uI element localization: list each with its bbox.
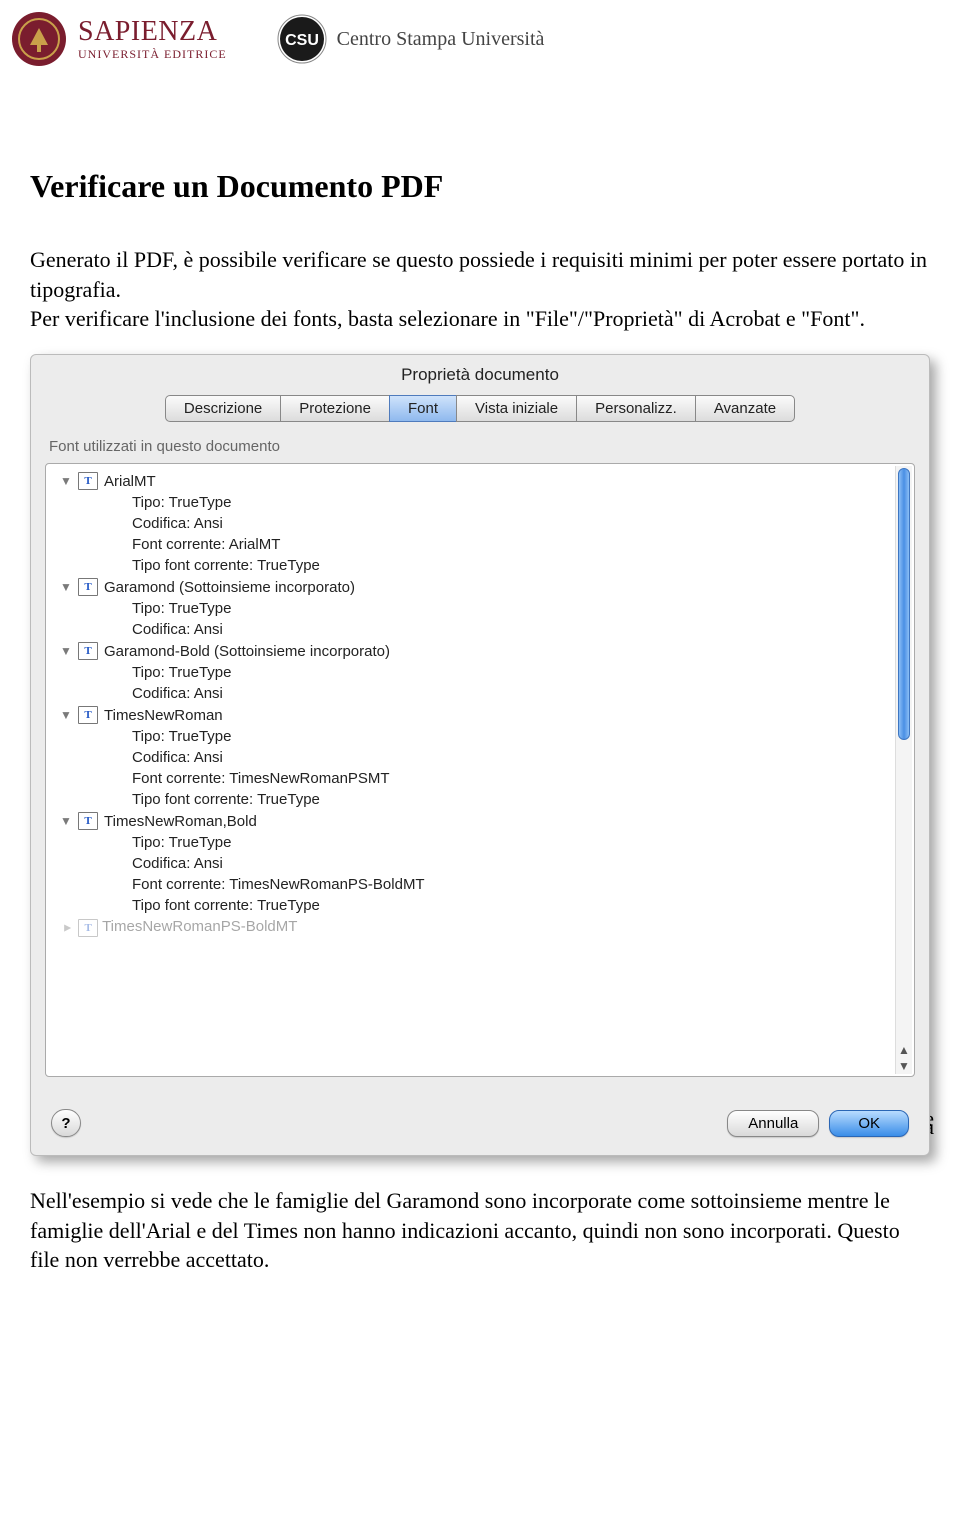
tab-descrizione[interactable]: Descrizione [165, 395, 280, 422]
cancel-button[interactable]: Annulla [727, 1110, 819, 1137]
scroll-up-icon[interactable]: ▲ [896, 1042, 912, 1058]
sapienza-name: SAPIENZA [78, 18, 227, 46]
disclosure-triangle-icon[interactable]: ▼ [60, 644, 74, 658]
font-detail-line: Tipo font corrente: TrueType [132, 895, 914, 916]
panel-label: Font utilizzati in questo documento [49, 438, 915, 455]
font-detail-line: Tipo: TrueType [132, 832, 914, 853]
scroll-down-icon[interactable]: ▼ [896, 1058, 912, 1074]
font-item[interactable]: ▼ T TimesNewRoman,Bold Tipo: TrueTypeCodifi… [46, 810, 914, 916]
disclosure-triangle-icon[interactable]: ▼ [60, 920, 74, 934]
dialog-tabs: DescrizioneProtezioneFontVista inizialeP… [31, 393, 929, 434]
font-type-icon: T [78, 642, 98, 660]
font-detail-line: Codifica: Ansi [132, 619, 914, 640]
scrollbar-track[interactable]: ▲ ▼ [895, 466, 912, 1074]
font-detail-line: Font corrente: ArialMT [132, 534, 914, 555]
svg-text:CSU: CSU [285, 32, 319, 49]
sapienza-logo: SAPIENZA UNIVERSITÀ EDITRICE [10, 10, 227, 68]
font-detail-line: Font corrente: TimesNewRomanPS-BoldMT [132, 874, 914, 895]
font-name: Garamond-Bold (Sottoinsieme incorporato) [104, 643, 390, 660]
sapienza-emblem-icon [10, 10, 68, 68]
font-detail-line: Font corrente: TimesNewRomanPSMT [132, 768, 914, 789]
disclosure-triangle-icon[interactable]: ▼ [60, 708, 74, 722]
font-item[interactable]: ▼ T Garamond (Sottoinsieme incorporato) Tip… [46, 576, 914, 640]
csu-block: CSU Centro Stampa Università [277, 14, 545, 64]
disclosure-triangle-icon[interactable]: ▼ [60, 580, 74, 594]
font-item[interactable]: ▼ T Garamond-Bold (Sottoinsieme incorporat… [46, 640, 914, 704]
font-detail-line: Tipo: TrueType [132, 726, 914, 747]
font-list[interactable]: ▼TArialMTTipo: TrueTypeCodifica: AnsiFon… [45, 463, 915, 1077]
font-detail-line: Tipo font corrente: TrueType [132, 555, 914, 576]
font-item[interactable]: ▼ T ArialMT Tipo: TrueTypeCodifica: AnsiFon… [46, 470, 914, 576]
font-type-icon: T [78, 578, 98, 596]
page-header: SAPIENZA UNIVERSITÀ EDITRICE CSU Centro … [0, 0, 960, 68]
font-detail-line: Codifica: Ansi [132, 513, 914, 534]
font-name: TimesNewRomanPS-BoldMT [102, 918, 297, 935]
page-title: Verificare un Documento PDF [30, 168, 930, 205]
font-item[interactable]: ▼ T TimesNewRoman Tipo: TrueTypeCodifica: A… [46, 704, 914, 810]
font-details: Tipo: TrueTypeCodifica: Ansi [60, 598, 914, 640]
tab-protezione[interactable]: Protezione [280, 395, 389, 422]
csu-logo-icon: CSU [277, 14, 327, 64]
font-details: Tipo: TrueTypeCodifica: Ansi [60, 662, 914, 704]
scrollbar-thumb[interactable] [898, 468, 910, 740]
dialog-title: Proprietà documento [31, 355, 929, 393]
help-button[interactable]: ? [51, 1109, 81, 1137]
font-name: TimesNewRoman,Bold [104, 813, 257, 830]
dialog-button-row: ? Annulla OK [31, 1091, 929, 1155]
font-details: Tipo: TrueTypeCodifica: AnsiFont corrent… [60, 492, 914, 576]
csu-label: Centro Stampa Università [337, 28, 545, 51]
font-type-icon: T [78, 706, 98, 724]
disclosure-triangle-icon[interactable]: ▼ [60, 814, 74, 828]
dialog-wrap: a e Proprietà documento DescrizioneProte… [30, 354, 930, 1156]
tab-vista-iniziale[interactable]: Vista iniziale [456, 395, 576, 422]
disclosure-triangle-icon[interactable]: ▼ [60, 474, 74, 488]
font-detail-line: Codifica: Ansi [132, 747, 914, 768]
font-type-icon: T [78, 812, 98, 830]
font-detail-line: Tipo font corrente: TrueType [132, 789, 914, 810]
font-type-icon: T [78, 919, 98, 937]
font-detail-line: Codifica: Ansi [132, 683, 914, 704]
font-detail-line: Tipo: TrueType [132, 662, 914, 683]
font-name: TimesNewRoman [104, 707, 223, 724]
font-details: Tipo: TrueTypeCodifica: AnsiFont corrent… [60, 726, 914, 810]
font-detail-line: Tipo: TrueType [132, 598, 914, 619]
properties-dialog: Proprietà documento DescrizioneProtezion… [30, 354, 930, 1156]
font-item-cutoff[interactable]: ▼ T TimesNewRomanPS-BoldMT [46, 918, 914, 937]
outro-paragraph: Nell'esempio si vede che le famiglie del… [30, 1186, 930, 1275]
font-details: Tipo: TrueTypeCodifica: AnsiFont corrent… [60, 832, 914, 916]
ok-button[interactable]: OK [829, 1110, 909, 1137]
font-name: Garamond (Sottoinsieme incorporato) [104, 579, 355, 596]
font-type-icon: T [78, 472, 98, 490]
tab-font[interactable]: Font [389, 395, 456, 422]
sapienza-subtitle: UNIVERSITÀ EDITRICE [78, 48, 227, 60]
font-name: ArialMT [104, 473, 156, 490]
tab-personalizz-[interactable]: Personalizz. [576, 395, 695, 422]
tab-avanzate[interactable]: Avanzate [695, 395, 795, 422]
font-detail-line: Codifica: Ansi [132, 853, 914, 874]
intro-paragraph: Generato il PDF, è possibile verificare … [30, 245, 930, 334]
font-detail-line: Tipo: TrueType [132, 492, 914, 513]
